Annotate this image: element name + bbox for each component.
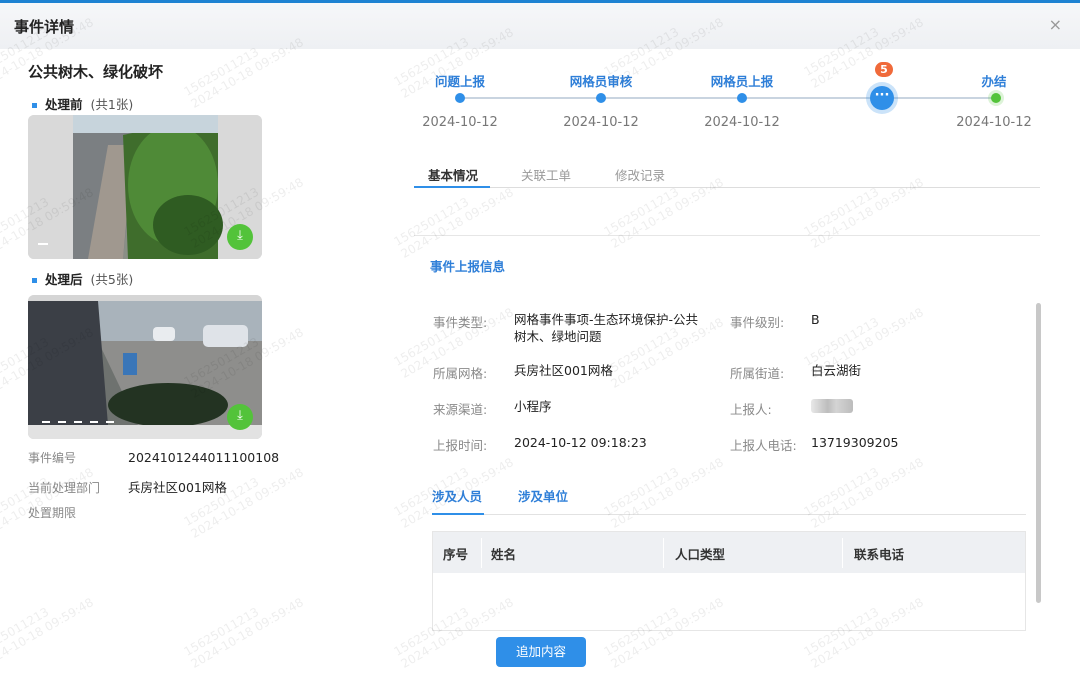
field-phone-value: 13719309205 — [811, 435, 899, 450]
reporter-redacted — [811, 399, 853, 413]
step-grid-report: 网格员上报 2024-10-12 — [704, 74, 780, 130]
download-icon[interactable]: ⤓ — [227, 224, 253, 250]
event-title: 公共树木、绿化破坏 — [28, 63, 164, 81]
dialog-title: 事件详情 — [14, 18, 75, 36]
col-name: 姓名 — [491, 547, 517, 562]
right-panel: ··· 5 问题上报 2024-10-12 网格员审核 2024-10-12 网… — [388, 49, 1080, 678]
bullet-icon — [32, 278, 37, 283]
tab-involved-people[interactable]: 涉及人员 — [432, 486, 482, 505]
info-event-number: 事件编号 2024101244011100108 — [28, 450, 280, 465]
divider — [414, 235, 1040, 236]
after-photo[interactable]: ⤓ — [28, 295, 262, 439]
before-label: 处理前 — [45, 97, 83, 112]
tab-basic-info[interactable]: 基本情况 — [428, 165, 478, 184]
left-panel: 公共树木、绿化破坏 处理前 (共1张) ⤓ 处理后 (共5张) ⤓ 事件编号 2… — [0, 49, 380, 678]
more-steps-icon[interactable]: ··· — [870, 86, 894, 110]
table-header: 序号 姓名 人口类型 联系电话 — [433, 532, 1025, 573]
bullet-icon — [32, 103, 37, 108]
field-type-label: 事件类型: — [433, 315, 488, 330]
col-divider — [481, 538, 482, 568]
step-report: 问题上报 2024-10-12 — [422, 74, 498, 130]
field-grid-label: 所属网格: — [433, 366, 488, 381]
after-section-header: 处理后 (共5张) — [32, 269, 133, 288]
field-level-label: 事件级别: — [730, 315, 785, 330]
involved-people-table: 序号 姓名 人口类型 联系电话 — [432, 531, 1026, 631]
vertical-scrollbar[interactable] — [1036, 303, 1041, 603]
download-icon[interactable]: ⤓ — [227, 404, 253, 430]
field-phone-label: 上报人电话: — [730, 438, 797, 453]
after-count: (共5张) — [90, 272, 134, 287]
info-current-dept: 当前处理部门 兵房社区001网格 — [28, 480, 227, 495]
col-divider — [663, 538, 664, 568]
field-street-label: 所属街道: — [730, 366, 785, 381]
step-count-badge: 5 — [875, 62, 893, 77]
field-source-label: 来源渠道: — [433, 402, 488, 417]
tab-involved-units[interactable]: 涉及单位 — [518, 486, 568, 505]
field-source-value: 小程序 — [514, 399, 552, 414]
before-count: (共1张) — [90, 97, 134, 112]
field-type-value: 网格事件事项-生态环境保护-公共树木、绿地问题 — [514, 312, 699, 344]
field-time-label: 上报时间: — [433, 438, 488, 453]
col-phone: 联系电话 — [854, 547, 905, 562]
field-level-value: B — [811, 312, 820, 327]
col-divider — [842, 538, 843, 568]
active-subtab-indicator — [432, 513, 484, 515]
detail-tabs: 基本情况 关联工单 修改记录 — [414, 163, 1040, 188]
step-done: 办结 2024-10-12 — [956, 74, 1032, 130]
after-label: 处理后 — [45, 272, 83, 287]
col-index: 序号 — [443, 547, 469, 562]
field-time-value: 2024-10-12 09:18:23 — [514, 435, 647, 450]
col-population-type: 人口类型 — [675, 547, 726, 562]
close-icon[interactable]: × — [1049, 15, 1062, 34]
info-deadline: 处置期限 — [28, 506, 77, 520]
add-content-button[interactable]: 追加内容 — [496, 637, 586, 667]
involved-tabs: 涉及人员 涉及单位 — [432, 485, 1026, 515]
field-reporter-label: 上报人: — [730, 402, 772, 417]
section-title: 事件上报信息 — [430, 259, 506, 274]
before-section-header: 处理前 (共1张) — [32, 94, 133, 113]
event-detail-dialog: 事件详情 × 公共树木、绿化破坏 处理前 (共1张) ⤓ 处理后 (共5张) ⤓… — [0, 0, 1080, 678]
tab-change-log[interactable]: 修改记录 — [615, 165, 665, 184]
before-photo[interactable]: ⤓ — [28, 115, 262, 259]
active-tab-indicator — [414, 186, 490, 188]
field-street-value: 白云湖街 — [811, 363, 862, 378]
step-review: 网格员审核 2024-10-12 — [563, 74, 639, 130]
tab-related-orders[interactable]: 关联工单 — [521, 165, 571, 184]
field-grid-value: 兵房社区001网格 — [514, 363, 613, 378]
dialog-header: 事件详情 × — [0, 3, 1080, 49]
